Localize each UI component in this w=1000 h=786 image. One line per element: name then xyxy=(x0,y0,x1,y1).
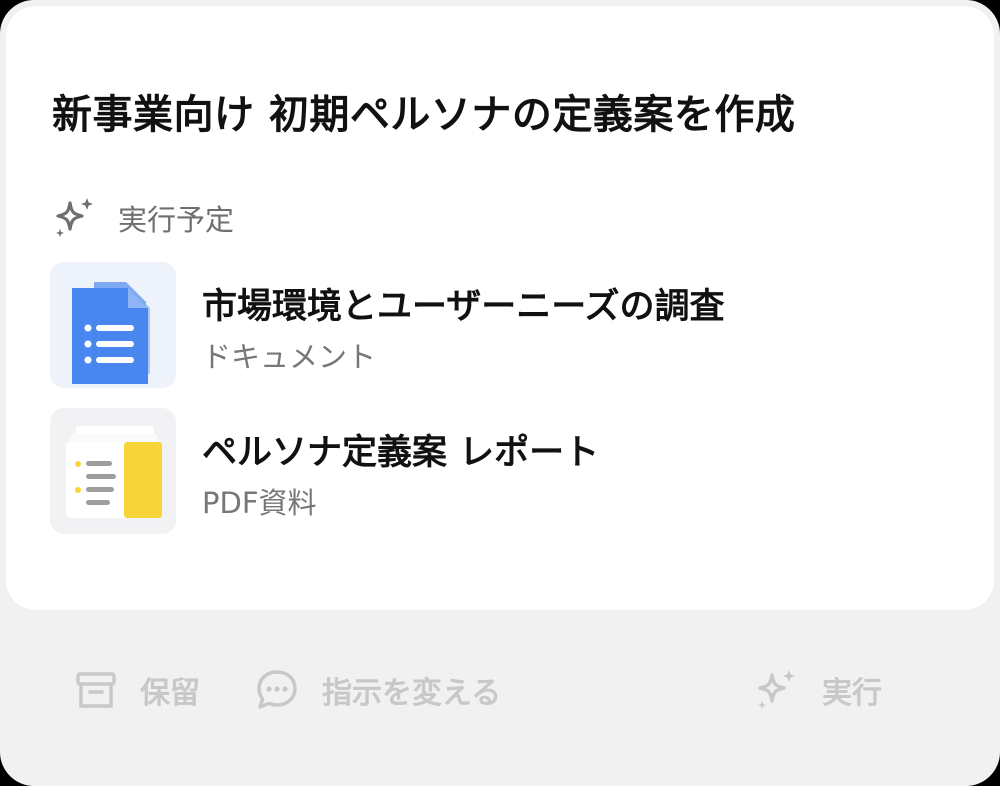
pdf-report-icon xyxy=(50,408,176,534)
task-plan-card: 新事業向け 初期ペルソナの定義案を作成 実行予定 市場環境とユーザーニーズの調査… xyxy=(0,0,1000,786)
section-header: 実行予定 xyxy=(52,196,234,240)
hold-label: 保留 xyxy=(140,676,200,711)
archive-icon xyxy=(74,668,140,712)
list-item-title: ペルソナ定義案 レポート xyxy=(202,433,600,473)
run-label: 実行 xyxy=(822,676,882,711)
document-icon xyxy=(50,262,176,388)
list-item-subtitle: ドキュメント xyxy=(202,340,377,374)
task-plan-panel: 新事業向け 初期ペルソナの定義案を作成 実行予定 市場環境とユーザーニーズの調査… xyxy=(6,6,994,610)
list-item-title: 市場環境とユーザーニーズの調査 xyxy=(202,287,725,327)
list-item-document[interactable]: 市場環境とユーザーニーズの調査 ドキュメント xyxy=(50,262,850,388)
hold-button[interactable]: 保留 xyxy=(74,664,200,716)
sparkle-icon xyxy=(754,667,822,713)
list-item-subtitle: PDF資料 xyxy=(202,486,317,520)
change-instruction-button[interactable]: 指示を変える xyxy=(254,664,501,716)
section-label: 実行予定 xyxy=(118,203,235,237)
list-item-pdf[interactable]: ペルソナ定義案 レポート PDF資料 xyxy=(50,408,850,534)
sparkle-icon xyxy=(52,195,98,241)
run-button[interactable]: 実行 xyxy=(754,664,882,716)
change-instruction-label: 指示を変える xyxy=(322,676,502,711)
task-title: 新事業向け 初期ペルソナの定義案を作成 xyxy=(52,92,796,138)
chat-bubble-icon xyxy=(254,667,322,713)
